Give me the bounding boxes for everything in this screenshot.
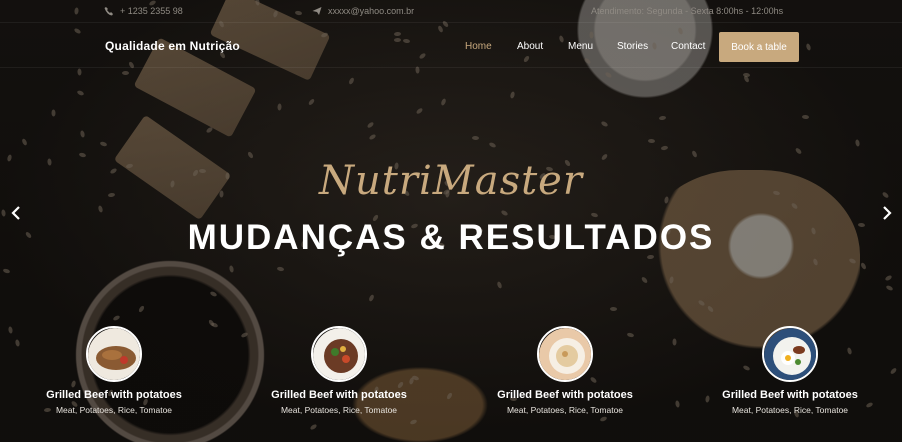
food-description: Meat, Potatoes, Rice, Tomatoe	[280, 405, 398, 415]
background-seed	[276, 266, 285, 272]
phone-icon	[104, 7, 113, 16]
topbar-hours: Atendimento: Segunda - Sexta 8:00hs - 12…	[591, 6, 783, 16]
chevron-left-icon	[11, 206, 20, 220]
food-description: Meat, Potatoes, Rice, Tomatoe	[506, 405, 624, 415]
background-seed	[794, 147, 803, 155]
background-seed	[658, 115, 667, 121]
background-seed	[488, 141, 497, 149]
food-description: Meat, Potatoes, Rice, Tomatoe	[731, 405, 849, 415]
background-seed	[660, 145, 669, 151]
background-seed	[884, 274, 893, 282]
background-seed	[309, 423, 318, 431]
background-seed	[1, 209, 6, 217]
nav-stories[interactable]: Stories	[617, 41, 648, 52]
topbar-email: xxxxx@yahoo.com.br	[312, 6, 414, 16]
topbar-phone: + 1235 2355 98	[104, 6, 183, 16]
background-seed	[674, 400, 681, 408]
food-thumbnail	[762, 326, 818, 382]
food-card[interactable]: Grilled Beef with potatoes Meat, Potatoe…	[24, 326, 204, 415]
background-seed	[277, 103, 282, 111]
background-seed	[14, 339, 21, 347]
background-seed	[7, 326, 14, 334]
background-seed	[366, 121, 375, 129]
food-description: Meat, Potatoes, Rice, Tomatoe	[55, 405, 173, 415]
background-seed	[205, 126, 214, 134]
background-seed	[348, 76, 355, 86]
background-seed	[496, 281, 503, 289]
background-seed	[78, 152, 87, 158]
navbar: Qualidade em Nutrição Home About Menu St…	[0, 22, 902, 68]
food-card[interactable]: Grilled Beef with potatoes Meat, Potatoe…	[700, 326, 880, 415]
background-seed	[600, 120, 609, 128]
background-seed	[500, 209, 509, 217]
background-seed	[440, 97, 447, 107]
background-seed	[415, 107, 424, 115]
nav-contact[interactable]: Contact	[671, 41, 705, 52]
book-table-button[interactable]: Book a table	[719, 32, 799, 62]
food-name: Grilled Beef with potatoes	[271, 389, 407, 401]
slider-prev-button[interactable]	[9, 205, 23, 223]
background-seed	[97, 205, 104, 213]
hero-title: MUDANÇAS & RESULTADOS	[187, 218, 715, 257]
background-seed	[885, 284, 894, 292]
food-card[interactable]: Grilled Beef with potatoes Meat, Potatoe…	[475, 326, 655, 415]
slider-next-button[interactable]	[880, 205, 894, 223]
nav-home[interactable]: Home	[465, 41, 492, 52]
background-seed	[51, 109, 56, 117]
background-seed	[609, 306, 618, 312]
background-seed	[368, 133, 377, 141]
hero-script-title: NutriMaster	[319, 158, 583, 204]
background-seed	[77, 68, 82, 76]
background-seed	[79, 130, 86, 138]
background-seed	[99, 141, 108, 147]
food-thumbnail	[537, 326, 593, 382]
background-seed	[647, 138, 656, 144]
food-name: Grilled Beef with potatoes	[497, 389, 633, 401]
background-seed	[672, 338, 677, 346]
nav-menu[interactable]: Menu	[568, 41, 593, 52]
background-seed	[21, 137, 28, 147]
food-name: Grilled Beef with potatoes	[722, 389, 858, 401]
phone-text: + 1235 2355 98	[120, 6, 183, 16]
background-seed	[307, 98, 316, 106]
background-seed	[228, 265, 235, 273]
background-seed	[691, 149, 698, 159]
food-name: Grilled Beef with potatoes	[46, 389, 182, 401]
paper-plane-icon	[312, 7, 322, 15]
background-seed	[599, 415, 608, 423]
food-card[interactable]: Grilled Beef with potatoes Meat, Potatoe…	[249, 326, 429, 415]
background-seed	[2, 268, 11, 274]
nav-about[interactable]: About	[517, 41, 543, 52]
topbar: + 1235 2355 98 xxxxx@yahoo.com.br Atendi…	[0, 0, 902, 22]
background-seed	[854, 139, 861, 147]
background-seed	[122, 71, 129, 75]
brand-logo[interactable]: Qualidade em Nutrição	[105, 39, 240, 53]
background-seed	[801, 114, 810, 120]
background-seed	[471, 135, 480, 141]
food-thumbnail	[86, 326, 142, 382]
hours-text: Atendimento: Segunda - Sexta 8:00hs - 12…	[591, 6, 784, 16]
background-seed	[368, 293, 375, 303]
food-thumbnail	[311, 326, 367, 382]
email-text[interactable]: xxxxx@yahoo.com.br	[328, 6, 414, 16]
background-seed	[860, 261, 867, 271]
background-seed	[509, 91, 516, 99]
background-seed	[76, 89, 85, 97]
chevron-right-icon	[883, 206, 892, 220]
background-seed	[889, 367, 898, 375]
